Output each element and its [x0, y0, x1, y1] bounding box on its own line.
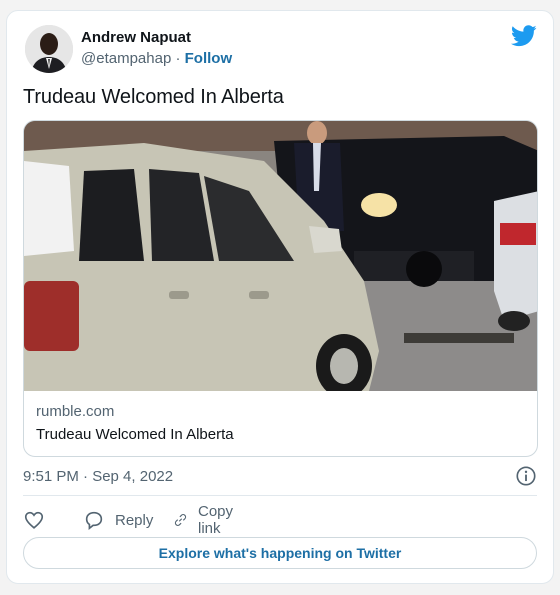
copy-link-button[interactable]: Copy link — [173, 503, 240, 537]
reply-icon — [85, 511, 103, 530]
reply-label: Reply — [115, 511, 154, 529]
heart-icon — [24, 511, 44, 529]
author-name[interactable]: Andrew Napuat — [81, 29, 191, 46]
explore-twitter-button[interactable]: Explore what's happening on Twitter — [23, 537, 537, 569]
link-preview-card[interactable]: rumble.com Trudeau Welcomed In Alberta — [23, 120, 538, 457]
link-card-title: Trudeau Welcomed In Alberta — [36, 426, 234, 443]
divider — [23, 495, 537, 496]
separator-dot: · — [175, 50, 181, 67]
link-card-domain: rumble.com — [36, 403, 115, 420]
author-handle[interactable]: @etampahap — [81, 50, 171, 67]
link-card-meta: rumble.com Trudeau Welcomed In Alberta — [36, 403, 234, 443]
author-handle-row: @etampahap · Follow — [81, 50, 232, 67]
twitter-bird-icon[interactable] — [511, 25, 537, 47]
like-button[interactable] — [23, 507, 45, 533]
link-icon — [174, 514, 187, 526]
preview-image — [24, 121, 537, 391]
copy-link-label: Copy link — [197, 503, 234, 537]
author-avatar[interactable] — [25, 25, 73, 73]
reply-button[interactable]: Reply — [83, 507, 153, 533]
tweet-embed-card: Andrew Napuat @etampahap · Follow Trudea… — [6, 10, 554, 584]
follow-link[interactable]: Follow — [185, 50, 233, 67]
tweet-text: Trudeau Welcomed In Alberta — [23, 86, 284, 108]
tweet-timestamp[interactable]: 9:51 PM · Sep 4, 2022 — [23, 468, 173, 485]
info-icon[interactable] — [515, 465, 537, 487]
